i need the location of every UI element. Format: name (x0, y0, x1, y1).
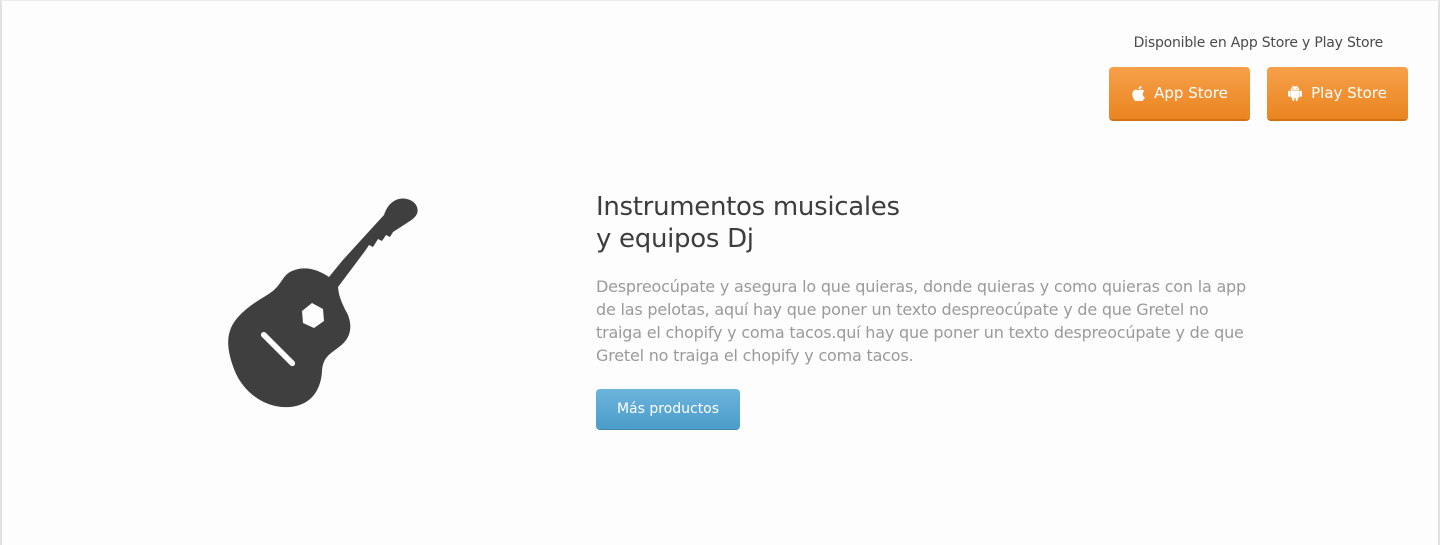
store-buttons: App Store Play Store (1109, 67, 1408, 119)
store-caption: Disponible en App Store y Play Store (1133, 35, 1384, 51)
play-store-label: Play Store (1311, 84, 1387, 102)
guitar-icon (226, 197, 438, 409)
more-products-button[interactable]: Más productos (596, 389, 740, 429)
app-store-label: App Store (1154, 84, 1228, 102)
hero-title: Instrumentos musicales y equipos Dj (596, 192, 900, 254)
app-store-button[interactable]: App Store (1109, 67, 1250, 119)
page: Disponible en App Store y Play Store App… (0, 0, 1440, 545)
play-store-button[interactable]: Play Store (1267, 67, 1408, 119)
hero-description: Despreocúpate y asegura lo que quieras, … (596, 277, 1246, 365)
android-icon (1288, 85, 1303, 101)
apple-icon (1131, 85, 1145, 101)
hero-content: Instrumentos musicales y equipos Dj Desp… (596, 191, 1266, 429)
